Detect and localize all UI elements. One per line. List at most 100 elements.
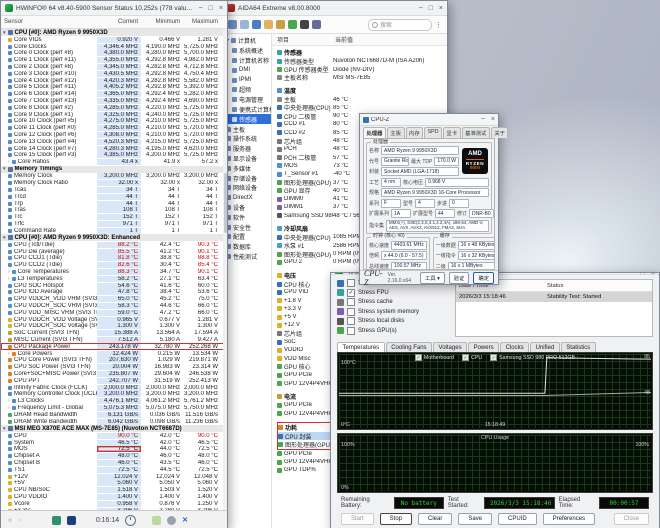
sensor-row[interactable]: Core 2 Clock (perf #8)4,345.0 MHz4,282.8… xyxy=(1,64,227,71)
sensor-row[interactable]: CPU Die (average)85.5 °C41.2 °C90.1 °C xyxy=(1,248,227,255)
sidebar-item-系统概述[interactable]: 系统概述 xyxy=(223,46,271,56)
sensor-row[interactable]: Vcore0.958 V0.876 V1.250 V xyxy=(1,500,227,507)
sensor-row[interactable]: Trcd44 T44 T44 T xyxy=(1,193,227,200)
sensor-row[interactable]: MOS72.5 °C44.0 °C72.5 °C xyxy=(1,446,227,453)
clock-icon[interactable] xyxy=(312,20,321,29)
sensor-section-row[interactable]: ▾MSI MEG X870E ACE MAX (MS-7E85) (Nuvoto… xyxy=(1,425,227,432)
sensor-row[interactable]: +12V12.024 V12.024 V12.048 V xyxy=(1,473,227,480)
sensor-row[interactable]: Trp44 T44 T44 T xyxy=(1,200,227,207)
stop-button[interactable]: Stop xyxy=(380,513,412,525)
aida64-titlebar[interactable]: AIDA64 Extreme v8.00.8000 − □ × xyxy=(223,1,447,16)
sidebar-item-显示设备[interactable]: 显示设备 xyxy=(223,154,271,164)
clear-button[interactable]: Clear xyxy=(418,513,452,525)
sensor-row[interactable]: CPU VDDCR_VDD VRM (SVI3 TFN)65.0 °C45.2 … xyxy=(1,296,227,303)
sensor-row[interactable]: +3.3V3.296 V3.280 V3.296 V xyxy=(1,507,227,510)
sensor-row[interactable]: CPU SOC Hotspot54.6 °C41.6 °C60.0 °C xyxy=(1,282,227,289)
sensor-section-row[interactable]: ▾Memory Timings xyxy=(1,166,227,173)
legend-checkbox[interactable]: ✓ xyxy=(415,354,422,361)
sensor-row[interactable]: DRAM Write Bandwidth6.042 GB/s0.098 GB/s… xyxy=(1,418,227,425)
sidebar-item-IPMI[interactable]: IPMI xyxy=(223,75,271,85)
checkbox[interactable]: ✓ xyxy=(347,289,355,297)
tab-powers[interactable]: Powers xyxy=(468,342,499,352)
sensor-row[interactable]: DRAM Read Bandwidth6.131 GB/s0.036 GB/s1… xyxy=(1,411,227,418)
maximize-icon[interactable]: □ xyxy=(209,5,213,12)
scrollbar[interactable] xyxy=(223,29,227,510)
log-row[interactable]: 2026/3/3 15:18:46 Stability Test: Starte… xyxy=(456,292,652,302)
collapse-caret-icon[interactable]: ▾ xyxy=(3,235,6,241)
sensor-row[interactable]: Core 3 Clock (perf #10)4,430.5 MHz4,292.… xyxy=(1,70,227,77)
grid-icon[interactable] xyxy=(300,20,309,29)
sensor-row[interactable]: Core 8 Clock (perf #2)4,285.0 MHz4,220.0… xyxy=(1,104,227,111)
sidebar-item-设备[interactable]: 设备 xyxy=(223,203,271,213)
sensor-row[interactable]: Trc152 T152 T152 T xyxy=(1,214,227,221)
hwinfo-titlebar[interactable]: HWiNFO® 64 v8.40-5900 Sensor Status 10.2… xyxy=(1,1,227,16)
cpuz-titlebar[interactable]: CPU-Z − × xyxy=(360,114,498,126)
expand-caret-icon[interactable]: › xyxy=(8,398,10,404)
sensor-row[interactable]: Core VIDs0.920 V0.466 V1.281 V xyxy=(1,36,227,43)
sensor-row[interactable]: Memory Controller Clock (UCLK)3,200.0 MH… xyxy=(1,391,227,398)
computer-icon[interactable] xyxy=(252,20,261,29)
collapse-caret-icon[interactable]: ▾ xyxy=(3,166,6,172)
sensor-row[interactable]: CPU VDDCR_VDD Voltage (SVI3 TFN)0.965 V0… xyxy=(1,316,227,323)
sensor-row[interactable]: Core 5 Clock (perf #11)4,405.2 MHz4,292.… xyxy=(1,84,227,91)
preferences-button[interactable]: Preferences xyxy=(543,513,595,525)
settings-gear-icon[interactable] xyxy=(167,516,176,525)
sensor-row[interactable]: Core 6 Clock (perf #14)4,365.0 MHz4,292.… xyxy=(1,91,227,98)
stress-option[interactable]: Stress cache xyxy=(337,298,449,306)
legend-checkbox[interactable]: ✓ xyxy=(490,354,497,361)
sensor-row[interactable]: ›Frequency Limit - Global5,075.3 MHz5,07… xyxy=(1,405,227,412)
stress-option[interactable]: ✓Stress FPU xyxy=(337,289,449,297)
sidebar-item-电源管理[interactable]: 电源管理 xyxy=(223,95,271,105)
legend-item[interactable]: ✓Motherboard xyxy=(415,354,454,361)
sensor-row[interactable]: ›L3 Temperatures58.2 °C27.1 °C63.4 °C xyxy=(1,275,227,282)
legend-checkbox[interactable]: ✓ xyxy=(462,354,469,361)
validate-button[interactable]: 验证 xyxy=(449,272,470,284)
sensor-row[interactable]: Core 1 Clock (perf #11)4,355.0 MHz4,292.… xyxy=(1,57,227,64)
ok-button[interactable]: 确定 xyxy=(473,272,494,284)
tab-statistics[interactable]: Statistics xyxy=(561,342,596,352)
back-icon[interactable] xyxy=(228,20,237,29)
collapse-caret-icon[interactable]: ▾ xyxy=(3,426,6,432)
sensor-row[interactable]: CPU (Tctl/Tdie)88.2 °C42.4 °C90.3 °C xyxy=(1,241,227,248)
tab-voltages[interactable]: Voltages xyxy=(433,342,467,352)
checkbox[interactable] xyxy=(347,279,355,287)
close-icon[interactable]: × xyxy=(219,5,223,12)
sensor-row[interactable]: Memory Clock Ratio32.00 x32.00 x32.00 x xyxy=(1,180,227,187)
sidebar-item-计算机[interactable]: ▾计算机 xyxy=(223,36,271,46)
sensor-row[interactable]: Core 4 Clock (perf #12)4,420.3 MHz4,282.… xyxy=(1,77,227,84)
collapse-all-icon[interactable]: « xyxy=(8,517,12,524)
expand-caret-icon[interactable]: › xyxy=(8,351,10,357)
sidebar-item-配置[interactable]: 配置 xyxy=(223,232,271,242)
column-maximum[interactable]: Maximum xyxy=(183,19,221,25)
sidebar-item-DirectX[interactable]: DirectX xyxy=(223,193,271,203)
tab-temperatures[interactable]: Temperatures xyxy=(337,342,385,352)
minimize-icon[interactable]: − xyxy=(419,5,423,12)
close-sensors-icon[interactable]: ✕ xyxy=(182,516,188,524)
layout-icon[interactable] xyxy=(52,516,61,525)
sensor-row[interactable]: +5V5.060 V5.050 V5.060 V xyxy=(1,480,227,487)
sensor-row[interactable]: Core Clocks4,346.4 MHz4,190.0 MHz5,725.0… xyxy=(1,43,227,50)
tab-关于[interactable]: 关于 xyxy=(491,127,509,138)
sidebar-item-传感器[interactable]: 传感器 xyxy=(223,114,271,124)
minimize-icon[interactable]: − xyxy=(481,116,485,123)
sensor-row[interactable]: MISC Current (SVI3 TFN)7.512 A5.180 A9.4… xyxy=(1,337,227,344)
expand-all-icon[interactable]: » xyxy=(18,517,22,524)
sensor-row[interactable]: CPU90.0 °C42.0 °C90.0 °C xyxy=(1,432,227,439)
sensor-row[interactable]: ›L3 Clocks4,476.1 MHz4,061.2 MHz5,761.2 … xyxy=(1,398,227,405)
graph-icon[interactable] xyxy=(67,516,76,525)
sensor-row[interactable]: CPU CCD2 (Tdie)82.6 °C30.4 °C85.4 °C xyxy=(1,262,227,269)
sensor-row[interactable]: CPU VDDCR_SOC Voltage (SVI3 TFN)1.300 V1… xyxy=(1,323,227,330)
sensor-group-row[interactable]: 温度 xyxy=(277,86,447,95)
sidebar-item-DMI[interactable]: DMI xyxy=(223,65,271,75)
column-minimum[interactable]: Minimum xyxy=(141,19,183,25)
sensor-row[interactable]: Chipset B46.0 °C43.5 °C46.0 °C xyxy=(1,460,227,467)
close-icon[interactable]: × xyxy=(439,5,443,12)
forward-icon[interactable] xyxy=(240,20,249,29)
sidebar-item-网络设备[interactable]: 网络设备 xyxy=(223,183,271,193)
sensor-row[interactable]: CPU VDDCR_SOC VRM (SVI3 TFN)58.3 °C44.6 … xyxy=(1,303,227,310)
tab-cooling-fans[interactable]: Cooling Fans xyxy=(386,342,432,352)
sensor-row[interactable]: CPU VDDIO1.400 V1.400 V1.400 V xyxy=(1,494,227,501)
sensor-row[interactable]: TS172.5 °C44.5 °C72.5 °C xyxy=(1,466,227,473)
sensor-row[interactable]: CPU Package Power243.178 W32.780 W252.26… xyxy=(1,343,227,350)
checkbox[interactable] xyxy=(347,298,355,306)
